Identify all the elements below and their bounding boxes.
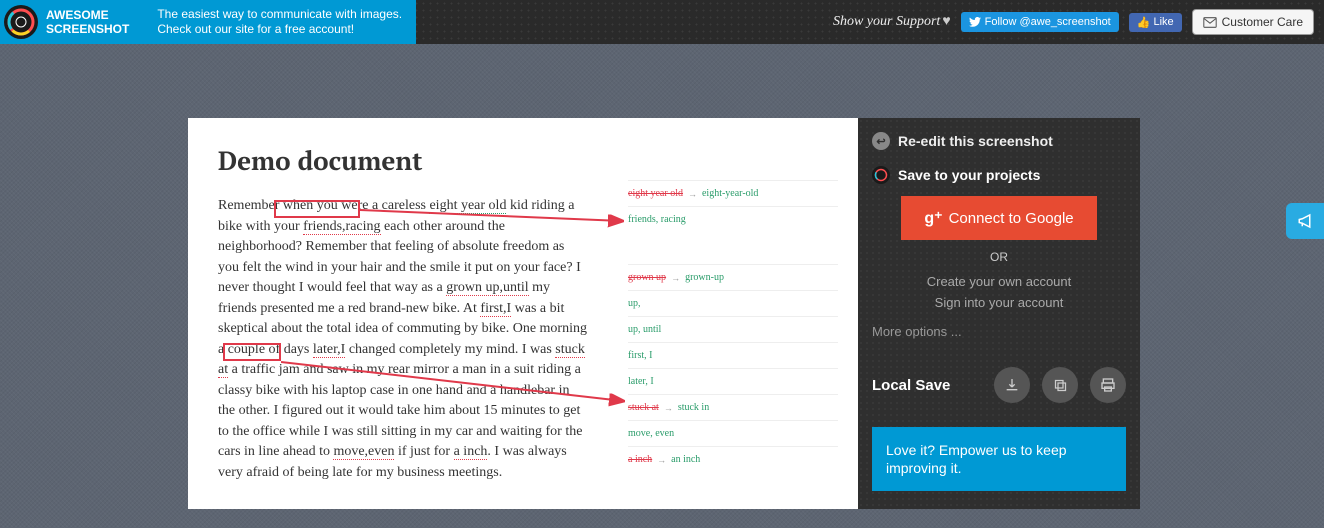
brand-box[interactable]: AWESOME SCREENSHOT xyxy=(0,0,143,44)
mail-icon xyxy=(1203,17,1217,28)
suggestion-row[interactable]: eight year old→eight-year-old xyxy=(628,180,838,206)
suggestion-row[interactable]: a inch→an inch xyxy=(628,446,838,472)
thumbs-up-icon: 👍 xyxy=(1137,16,1151,29)
brand-logo-icon xyxy=(4,5,38,39)
create-account-link[interactable]: Create your own account xyxy=(872,274,1126,289)
customer-care-button[interactable]: Customer Care xyxy=(1192,9,1314,35)
annotation-arrow-1 xyxy=(360,198,640,238)
local-save-row: Local Save xyxy=(872,367,1126,403)
connect-google-button[interactable]: g⁺Connect to Google xyxy=(901,196,1097,240)
suggestions-list: eight year old→eight-year-old friends, r… xyxy=(628,180,838,232)
top-bar: AWESOME SCREENSHOT The easiest way to co… xyxy=(0,0,1324,44)
brand-mini-logo-icon xyxy=(872,166,890,184)
annotation-box-stuck-at xyxy=(223,343,281,361)
doc-title: Demo document xyxy=(218,144,828,178)
suggestions-list: grown up→grown-up up, up, until first, I… xyxy=(628,264,838,472)
suggestion-row[interactable]: later, I xyxy=(628,368,838,394)
local-save-label: Local Save xyxy=(872,377,950,394)
right-sidebar: ↩ Re-edit this screenshot Save to your p… xyxy=(858,118,1140,509)
suggestion-row[interactable]: grown up→grown-up xyxy=(628,264,838,290)
feedback-tab[interactable] xyxy=(1286,203,1324,239)
back-arrow-icon: ↩ xyxy=(872,132,890,150)
main-stage: Demo document Remember when you were a c… xyxy=(188,118,1140,509)
suggestion-row[interactable]: first, I xyxy=(628,342,838,368)
suggestion-row[interactable]: move, even xyxy=(628,420,838,446)
annotation-box-friends-racing xyxy=(274,200,360,218)
megaphone-icon xyxy=(1296,212,1316,230)
copy-icon xyxy=(1053,378,1068,393)
download-button[interactable] xyxy=(994,367,1030,403)
twitter-follow-button[interactable]: Follow @awe_screenshot xyxy=(961,12,1119,32)
brand-tagline: The easiest way to communicate with imag… xyxy=(143,0,416,44)
brand-name: AWESOME SCREENSHOT xyxy=(46,8,129,36)
suggestion-row[interactable]: up, xyxy=(628,290,838,316)
sign-in-link[interactable]: Sign into your account xyxy=(872,295,1126,310)
or-divider: OR xyxy=(872,250,1126,264)
facebook-like-button[interactable]: 👍Like xyxy=(1129,13,1182,32)
heart-icon: ♥ xyxy=(942,14,950,29)
suggestion-row[interactable]: stuck at→stuck in xyxy=(628,394,838,420)
suggestion-row[interactable]: up, until xyxy=(628,316,838,342)
save-projects-heading: Save to your projects xyxy=(872,166,1126,184)
more-options-link[interactable]: More options ... xyxy=(872,324,1126,339)
promo-box: Love it? Empower us to keep improving it… xyxy=(872,427,1126,491)
print-button[interactable] xyxy=(1090,367,1126,403)
copy-button[interactable] xyxy=(1042,367,1078,403)
demo-document: Demo document Remember when you were a c… xyxy=(188,118,858,509)
download-icon xyxy=(1004,377,1020,393)
annotation-arrow-2 xyxy=(281,358,641,408)
print-icon xyxy=(1100,377,1116,393)
support-text: Show your Support♥ xyxy=(833,14,951,30)
suggestion-row[interactable]: friends, racing xyxy=(628,206,838,232)
reedit-button[interactable]: ↩ Re-edit this screenshot xyxy=(872,132,1126,150)
twitter-icon xyxy=(969,17,981,27)
google-plus-icon: g⁺ xyxy=(924,210,942,227)
doc-body: Remember when you were a careless eight … xyxy=(218,196,588,483)
